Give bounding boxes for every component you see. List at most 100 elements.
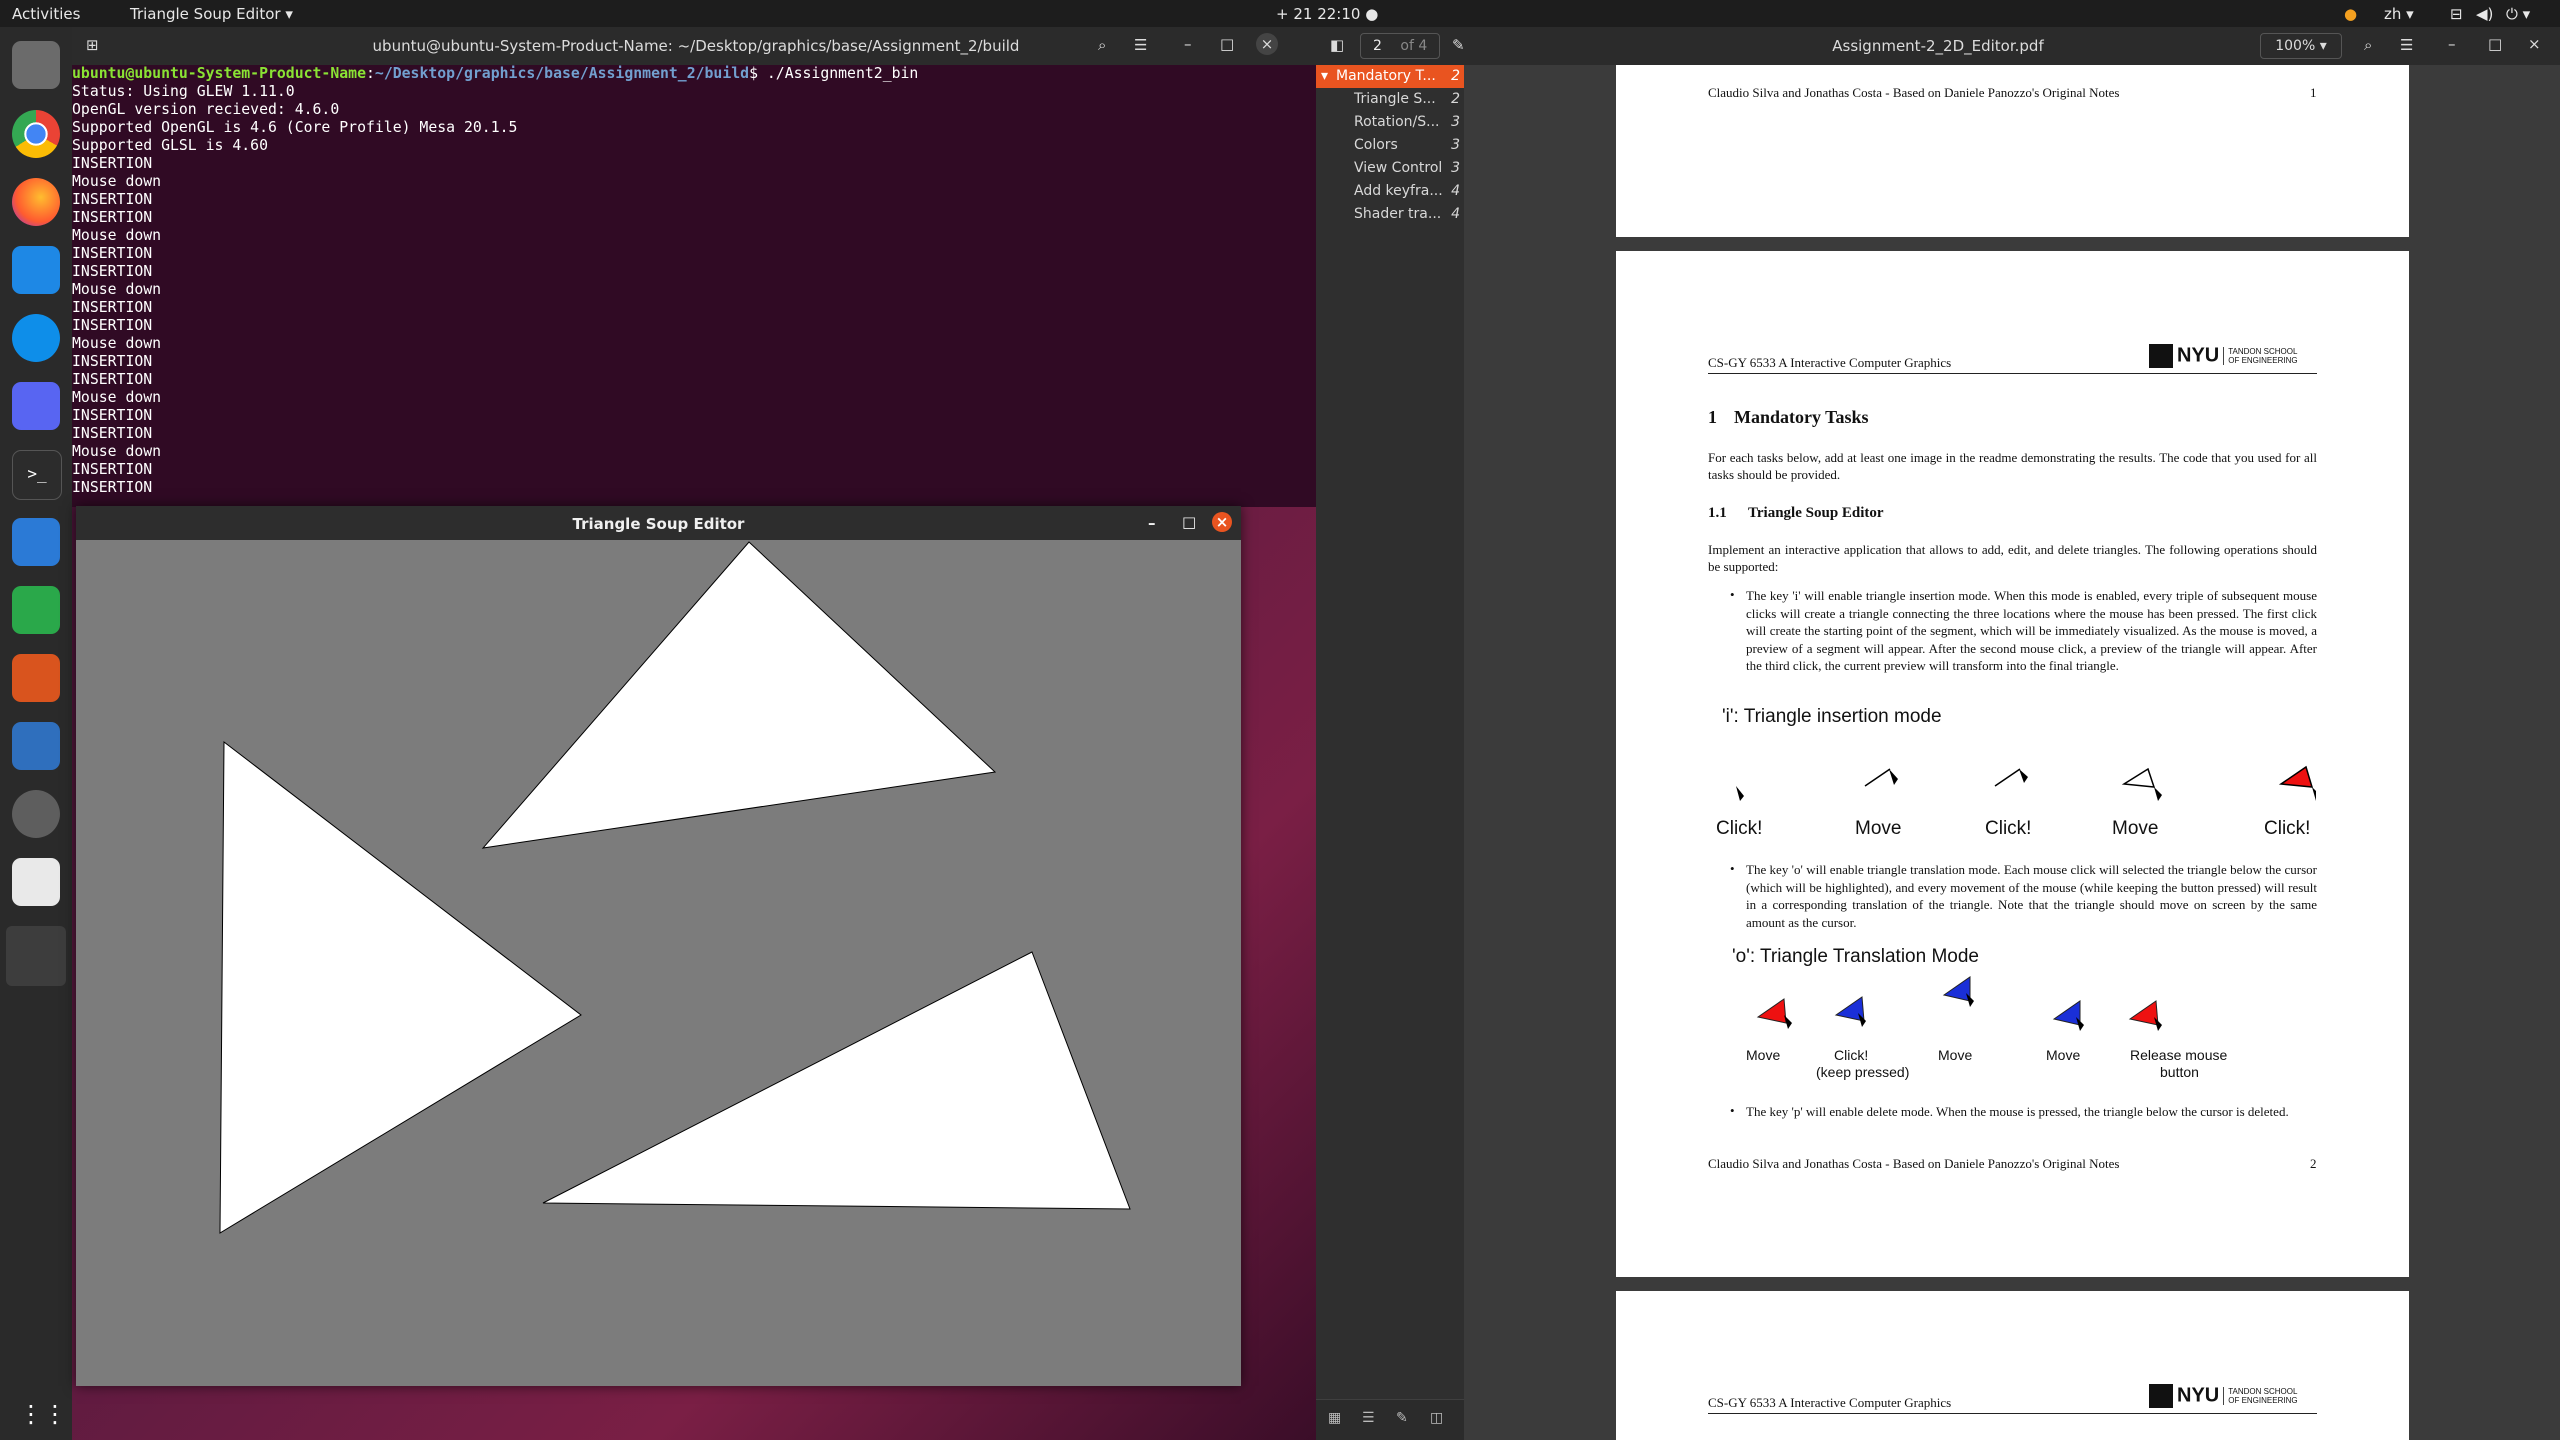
minimize-icon[interactable]: – (1184, 35, 1192, 53)
pdf-page-2: CS-GY 6533 A Interactive Computer Graphi… (1616, 251, 2409, 1277)
network-icon[interactable]: ⊟ (2450, 5, 2463, 23)
fig2-label-3: (keep pressed) (1816, 1064, 1910, 1080)
show-applications-icon[interactable]: ⋮⋮⋮ (19, 1397, 91, 1431)
impress-icon[interactable] (12, 654, 60, 702)
terminal-icon[interactable]: >_ (12, 450, 62, 500)
discord-icon[interactable] (12, 382, 60, 430)
outline-item[interactable]: View Control 3 (1316, 157, 1464, 180)
pdf-title: Assignment-2_2D_Editor.pdf (1832, 37, 2044, 55)
fig1-label-2: Move (1855, 818, 1902, 839)
close-icon[interactable]: × (1256, 33, 1278, 55)
minimize-icon[interactable]: – (2448, 35, 2456, 53)
header-rule (1708, 373, 2317, 374)
fig1-label-4: Move (2112, 818, 2159, 839)
minimize-icon[interactable]: – (1148, 514, 1156, 532)
outline-item-page: 3 (1451, 137, 1460, 153)
menu-icon[interactable]: ☰ (2400, 36, 2413, 54)
maximize-icon[interactable]: □ (1182, 513, 1196, 531)
activities-button[interactable]: Activities (12, 5, 80, 23)
outline-item[interactable]: Triangle S... 2 (1316, 88, 1464, 111)
page-footer: Claudio Silva and Jonathas Costa - Based… (1708, 1156, 2120, 1171)
outline-item-label: Colors (1354, 137, 1398, 153)
figure-insertion-diagram (1736, 765, 2316, 801)
writer-icon[interactable] (12, 518, 60, 566)
terminal-line: Mouse down (72, 443, 162, 460)
terminal-line: INSERTION (72, 299, 153, 316)
bullet-icon: • (1730, 587, 1735, 602)
outline-item[interactable]: Rotation/S... 3 (1316, 111, 1464, 134)
layers-icon[interactable]: ◫ (1430, 1410, 1443, 1426)
maximize-icon[interactable]: □ (2488, 35, 2502, 53)
close-icon[interactable]: × (2528, 35, 2541, 53)
terminal-line: Mouse down (72, 281, 162, 298)
outline-icon[interactable]: ☰ (1362, 1410, 1375, 1426)
search-icon[interactable]: ⌕ (1098, 36, 1106, 54)
firefox-icon[interactable] (12, 178, 60, 226)
search-icon[interactable]: ⌕ (2364, 36, 2372, 54)
prompt-path: ~/Desktop/graphics/base/Assignment_2/bui… (374, 65, 750, 82)
volume-icon[interactable]: ◀) (2476, 5, 2493, 23)
terminal-line: INSERTION (72, 263, 153, 280)
terminal-line: INSERTION (72, 425, 153, 442)
triangle-blue (2052, 1000, 2081, 1026)
annotations-icon[interactable]: ✎ (1396, 1410, 1408, 1426)
page-number: 2 (2310, 1156, 2317, 1171)
terminal-line: Mouse down (72, 173, 162, 190)
thumbnails-icon[interactable]: ▦ (1328, 1410, 1341, 1426)
figure-insertion-title: 'i': Triangle insertion mode (1722, 706, 1942, 727)
nyu-logo: NYU TANDON SCHOOL OF ENGINEERING (2149, 344, 2310, 368)
input-method[interactable]: zh ▾ (2384, 5, 2414, 23)
software-icon[interactable] (12, 722, 60, 770)
triangle-preview (2121, 767, 2156, 788)
outline-item-label: Shader tra... (1354, 206, 1442, 222)
triangle-editor-window[interactable] (76, 506, 1241, 1386)
fig2-label-4: Move (1938, 1047, 1973, 1063)
terminal-line: INSERTION (72, 479, 153, 496)
pdf-page-1: Claudio Silva and Jonathas Costa - Based… (1616, 65, 2409, 237)
maximize-icon[interactable]: □ (1220, 35, 1234, 53)
section-title: Mandatory Tasks (1734, 407, 1869, 427)
settings-icon[interactable] (12, 790, 60, 838)
fig2-label-7: button (2160, 1064, 2199, 1080)
power-icon[interactable]: ⏻ ▾ (2506, 5, 2530, 23)
outline-item[interactable]: ▾ Mandatory T... 2 (1316, 65, 1464, 88)
subsection-number: 1.1 (1708, 505, 1727, 521)
outline-item-page: 3 (1451, 114, 1460, 130)
chrome-indicator-icon[interactable]: ● (2344, 5, 2357, 23)
close-icon[interactable]: × (1212, 512, 1232, 532)
vscode-icon[interactable] (12, 246, 60, 294)
files-icon[interactable] (12, 41, 60, 89)
pdf-page-3: CS-GY 6533 A Interactive Computer Graphi… (1616, 1291, 2409, 1440)
terminal-line: INSERTION (72, 353, 153, 370)
cursor-icon (2019, 769, 2028, 783)
fig1-label-1: Click! (1716, 818, 1763, 839)
chrome-icon[interactable] (12, 110, 60, 158)
outline-item-page: 2 (1451, 91, 1460, 107)
document-viewer-icon[interactable] (12, 858, 60, 906)
outline-item[interactable]: Shader tra... 4 (1316, 203, 1464, 226)
teamviewer-icon[interactable] (12, 314, 60, 362)
triangle-1[interactable] (481, 541, 997, 849)
prompt-command: $ ./Assignment2_bin (749, 65, 919, 82)
terminal-title: ubuntu@ubuntu-System-Product-Name: ~/Des… (372, 37, 1020, 55)
notification-dot-icon: ● (1365, 5, 1379, 23)
running-app-icon[interactable] (6, 926, 66, 986)
terminal-line: INSERTION (72, 461, 153, 478)
render-canvas[interactable] (76, 506, 1241, 1386)
chevron-down-icon: ▾ (285, 5, 293, 23)
fig2-label-6: Release mouse (2130, 1047, 2228, 1063)
bullet-insertion: The key 'i' will enable triangle inserti… (1746, 588, 2317, 673)
expand-chevron-icon[interactable]: ▾ (1321, 65, 1328, 88)
input-method-label: zh (2384, 5, 2402, 23)
outline-item[interactable]: Add keyfra... 4 (1316, 180, 1464, 203)
calc-icon[interactable] (12, 586, 60, 634)
zoom-select[interactable]: 100% ▾ (2260, 33, 2342, 59)
fig2-label-1: Move (1746, 1047, 1781, 1063)
app-menu[interactable]: Triangle Soup Editor ▾ (130, 5, 293, 23)
clock-label: 21 22:10 (1293, 5, 1361, 23)
clock[interactable]: + 21 22:10 ● (1276, 5, 1378, 23)
triangle-final (2278, 765, 2314, 788)
outline-item[interactable]: Colors 3 (1316, 134, 1464, 157)
menu-icon[interactable]: ☰ (1134, 36, 1147, 54)
triangle-3[interactable] (542, 951, 1131, 1210)
